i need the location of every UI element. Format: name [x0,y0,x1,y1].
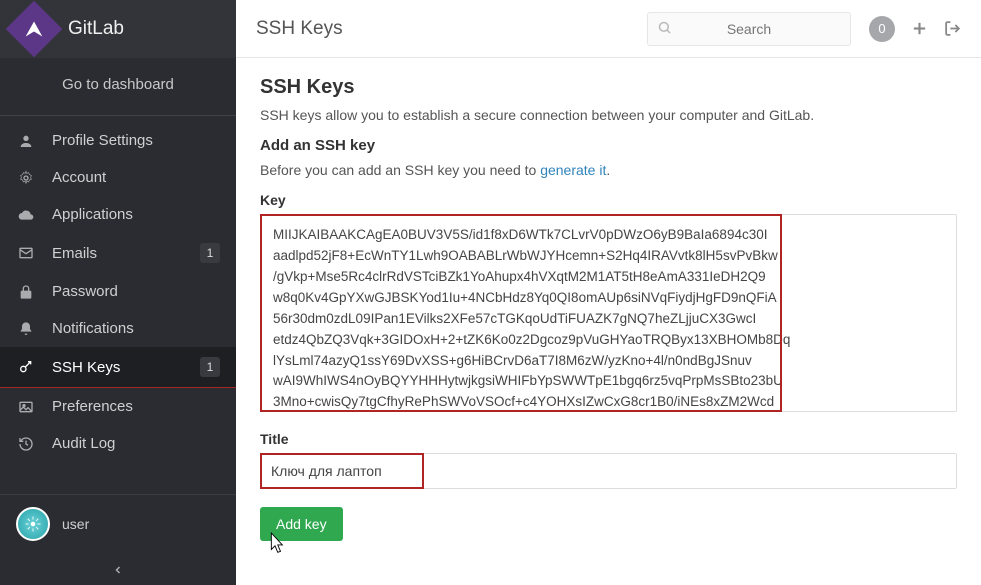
sidebar-item-badge: 1 [200,243,220,263]
page-description: SSH keys allow you to establish a secure… [260,107,957,123]
sidebar: GitLab Go to dashboard Profile Settings A… [0,0,236,585]
envelope-icon [16,245,36,261]
lock-icon [16,284,36,300]
gitlab-logo-icon [6,1,63,58]
go-to-dashboard-link[interactable]: Go to dashboard [0,58,236,116]
page-title: SSH Keys [256,18,343,40]
brand-name: GitLab [68,18,124,40]
title-field-label: Title [260,431,957,447]
sidebar-item-ssh-keys[interactable]: SSH Keys 1 [0,347,236,388]
key-icon [16,359,36,375]
sidebar-item-label: Password [52,283,118,300]
search-input[interactable] [647,12,851,46]
bell-icon [16,321,36,337]
cloud-icon [16,207,36,223]
add-key-subheading: Add an SSH key [260,137,957,154]
user-menu[interactable]: user [0,494,236,553]
gear-icon [16,170,36,186]
add-key-hint: Before you can add an SSH key you need t… [260,162,957,178]
main: SSH Keys 0 SSH Keys SSH keys allow you t… [236,0,981,585]
sidebar-item-profile-settings[interactable]: Profile Settings [0,122,236,159]
content: SSH Keys SSH keys allow you to establish… [236,58,981,585]
sidebar-item-label: SSH Keys [52,359,120,376]
image-icon [16,399,36,415]
ssh-key-title-input[interactable] [260,453,957,489]
search-icon [657,20,672,38]
sidebar-item-audit-log[interactable]: Audit Log [0,425,236,462]
history-icon [16,436,36,452]
sidebar-item-label: Account [52,169,106,186]
ssh-key-input[interactable] [260,214,957,412]
user-icon [16,133,36,149]
sidebar-item-notifications[interactable]: Notifications [0,310,236,347]
page-heading: SSH Keys [260,76,957,99]
sidebar-item-label: Notifications [52,320,134,337]
topbar: SSH Keys 0 [236,0,981,58]
sidebar-item-label: Emails [52,245,97,262]
avatar [16,507,50,541]
sign-out-icon[interactable] [944,20,961,37]
search-box [647,12,851,46]
collapse-sidebar-button[interactable] [0,553,236,585]
sidebar-nav: Profile Settings Account Applications Email… [0,116,236,494]
sidebar-item-preferences[interactable]: Preferences [0,388,236,425]
user-name: user [62,516,89,532]
brand[interactable]: GitLab [0,0,236,58]
sidebar-item-label: Profile Settings [52,132,153,149]
sidebar-item-label: Applications [52,206,133,223]
sidebar-item-label: Audit Log [52,435,115,452]
issues-count-badge[interactable]: 0 [869,16,895,42]
sidebar-item-label: Preferences [52,398,133,415]
generate-key-link[interactable]: generate it [540,162,606,178]
sidebar-item-applications[interactable]: Applications [0,196,236,233]
sidebar-item-password[interactable]: Password [0,273,236,310]
key-field-label: Key [260,192,957,208]
sidebar-item-emails[interactable]: Emails 1 [0,233,236,273]
sidebar-item-badge: 1 [200,357,220,377]
plus-icon[interactable] [911,20,928,37]
sidebar-item-account[interactable]: Account [0,159,236,196]
add-key-button[interactable]: Add key [260,507,343,541]
